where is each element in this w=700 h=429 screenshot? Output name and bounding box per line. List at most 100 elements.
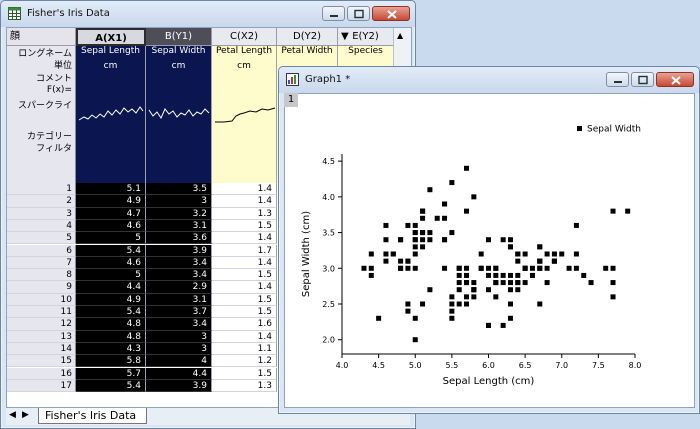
data-point[interactable]: [493, 265, 499, 271]
data-point[interactable]: [464, 165, 470, 171]
data-point[interactable]: [449, 315, 455, 321]
data-point[interactable]: [464, 280, 470, 286]
cell-sepal-length[interactable]: 5.7: [76, 367, 146, 380]
cell-sepal-length[interactable]: 5.4: [76, 306, 146, 319]
data-point[interactable]: [566, 265, 572, 271]
data-point[interactable]: [442, 215, 448, 221]
cell-sepal-length[interactable]: 5.4: [76, 379, 146, 393]
filter-icon[interactable]: ▼: [341, 28, 349, 45]
cell-sepal-length[interactable]: 5.8: [76, 355, 146, 368]
cell-petal-length[interactable]: 1.4: [212, 281, 277, 294]
row-number[interactable]: 12: [7, 318, 76, 331]
data-point[interactable]: [486, 322, 491, 328]
data-point[interactable]: [427, 230, 433, 236]
long-name-b[interactable]: Sepal Width: [146, 46, 212, 58]
data-point[interactable]: [412, 230, 418, 236]
data-point[interactable]: [456, 272, 462, 278]
units-a[interactable]: cm: [76, 61, 146, 73]
data-point[interactable]: [625, 208, 631, 214]
data-point[interactable]: [464, 294, 470, 300]
units-b[interactable]: cm: [146, 61, 212, 73]
row-number[interactable]: 9: [7, 281, 76, 294]
data-point[interactable]: [610, 280, 616, 286]
data-point[interactable]: [442, 265, 448, 271]
column-header-e[interactable]: ▼ E(Y2): [338, 28, 394, 46]
data-point[interactable]: [478, 251, 484, 257]
cell-sepal-length[interactable]: 5: [76, 232, 146, 245]
scroll-up-icon[interactable]: ▲: [397, 31, 403, 40]
long-name-c[interactable]: Petal Length: [212, 46, 277, 58]
cell-sepal-length[interactable]: 4.8: [76, 318, 146, 331]
cell-sepal-width[interactable]: 4.4: [146, 367, 212, 380]
close-button[interactable]: [372, 6, 410, 21]
data-point[interactable]: [471, 280, 477, 286]
graph-page[interactable]: 4.0 4.5 5.0 5.5 6.0 6.5 7.0 7.5 8.0 2.0 2.5 3.0 3.5 4…: [284, 93, 695, 408]
data-point[interactable]: [464, 301, 470, 307]
data-point[interactable]: [507, 244, 513, 250]
cell-sepal-width[interactable]: 3: [146, 342, 212, 356]
data-point[interactable]: [522, 251, 528, 257]
data-point[interactable]: [456, 301, 462, 307]
data-point[interactable]: [449, 308, 455, 314]
row-number[interactable]: 5: [7, 232, 76, 245]
cell-sepal-width[interactable]: 3: [146, 195, 212, 208]
data-point[interactable]: [515, 287, 521, 293]
tab-scroll-left-icon[interactable]: ◀: [9, 410, 16, 420]
cell-petal-length[interactable]: 1.4: [212, 330, 277, 343]
data-point[interactable]: [383, 222, 389, 228]
data-point[interactable]: [420, 208, 426, 214]
data-point[interactable]: [493, 294, 499, 300]
cell-petal-length[interactable]: 1.4: [212, 232, 277, 245]
data-point[interactable]: [507, 237, 513, 243]
cell-sepal-width[interactable]: 3.4: [146, 318, 212, 331]
data-point[interactable]: [603, 265, 609, 271]
data-point[interactable]: [486, 287, 491, 293]
row-number[interactable]: 8: [7, 269, 76, 282]
data-point[interactable]: [456, 287, 462, 293]
legend-marker[interactable]: [577, 126, 582, 131]
column-header-d[interactable]: D(Y2): [277, 28, 338, 46]
data-point[interactable]: [500, 322, 506, 328]
row-number[interactable]: 10: [7, 293, 76, 306]
data-point[interactable]: [537, 244, 543, 250]
data-point[interactable]: [522, 265, 528, 271]
data-point[interactable]: [442, 237, 448, 243]
data-point[interactable]: [420, 237, 426, 243]
data-point[interactable]: [529, 265, 535, 271]
cell-petal-length[interactable]: 1.7: [212, 244, 277, 257]
data-point[interactable]: [456, 265, 462, 271]
units-c[interactable]: cm: [212, 61, 277, 73]
data-point[interactable]: [398, 258, 404, 264]
data-point[interactable]: [500, 237, 506, 243]
cell-sepal-width[interactable]: 3.2: [146, 207, 212, 220]
data-point[interactable]: [383, 251, 389, 257]
data-point[interactable]: [551, 251, 557, 257]
row-number[interactable]: 11: [7, 306, 76, 319]
long-name-d[interactable]: Petal Width: [277, 46, 338, 58]
cell-sepal-length[interactable]: 4.8: [76, 330, 146, 343]
data-point[interactable]: [515, 280, 521, 286]
cell-sepal-length[interactable]: 5.1: [76, 183, 146, 196]
cell-sepal-length[interactable]: 4.3: [76, 342, 146, 356]
data-point[interactable]: [405, 301, 411, 307]
data-point[interactable]: [486, 237, 491, 243]
data-point[interactable]: [376, 315, 382, 321]
cell-sepal-width[interactable]: 3.4: [146, 269, 212, 282]
data-point[interactable]: [449, 294, 455, 300]
cell-sepal-width[interactable]: 3.4: [146, 256, 212, 270]
cell-petal-length[interactable]: 1.5: [212, 269, 277, 282]
data-point[interactable]: [412, 222, 418, 228]
data-point[interactable]: [420, 301, 426, 307]
data-point[interactable]: [500, 272, 506, 278]
graph-titlebar[interactable]: Graph1 *: [279, 67, 699, 93]
cell-sepal-length[interactable]: 4.6: [76, 219, 146, 233]
cell-sepal-width[interactable]: 3.7: [146, 306, 212, 319]
tab-scroll-right-icon[interactable]: ▶: [22, 410, 29, 420]
row-number[interactable]: 14: [7, 342, 76, 356]
data-point[interactable]: [442, 201, 448, 207]
data-point[interactable]: [515, 272, 521, 278]
data-point[interactable]: [507, 315, 513, 321]
data-point[interactable]: [368, 265, 374, 271]
cell-petal-length[interactable]: 1.2: [212, 355, 277, 368]
cell-sepal-length[interactable]: 5.4: [76, 244, 146, 257]
